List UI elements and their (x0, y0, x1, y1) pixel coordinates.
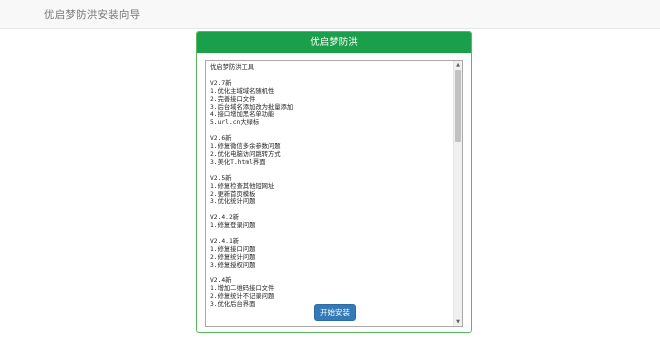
changelog-line: 3.美化T.html界面 (210, 158, 266, 166)
changelog-line: 2.修复统计不记录问题 (210, 293, 275, 301)
changelog-line: 2.修复统计问题 (210, 253, 256, 261)
changelog-line: 1.修复登录问题 (210, 222, 256, 230)
scroll-down-arrow-icon[interactable]: ▼ (454, 318, 462, 326)
changelog-blank-line (210, 230, 450, 238)
panel-title: 优启梦防洪 (197, 32, 471, 53)
changelog-line: 1.修复微信多余参数问题 (210, 143, 281, 151)
changelog-line: V2.6新 (210, 135, 232, 143)
changelog-blank-line (210, 270, 450, 278)
changelog-blank-line (210, 206, 450, 214)
scroll-thumb[interactable] (455, 70, 461, 142)
scroll-up-arrow-icon[interactable]: ▲ (454, 61, 462, 69)
start-install-button[interactable]: 开始安装 (314, 304, 356, 321)
changelog-line: 1.优化主域域名随机性 (210, 87, 275, 95)
changelog-blank-line (210, 127, 450, 135)
top-navbar: 优启梦防洪安装向导 (0, 0, 660, 29)
changelog-line: 优启梦防洪工具 (210, 64, 255, 71)
changelog-line: V2.7新 (210, 79, 232, 87)
changelog-line: V2.4.2新 (210, 214, 240, 222)
changelog-line: 3.优化统计问题 (210, 198, 256, 206)
changelog-blank-line (210, 72, 450, 80)
changelog-line: 1.修复接口问题 (210, 245, 256, 253)
changelog-line: 2.优化电脑访问跳转方式 (210, 150, 281, 158)
changelog-line: V2.4.1新 (210, 237, 240, 245)
changelog-line: 2.完善接口文件 (210, 95, 256, 103)
changelog-line: 3.修复授权问题 (210, 261, 256, 269)
changelog-line: 5.url.cn大绿标 (210, 119, 260, 127)
changelog-textarea[interactable]: 优启梦防洪工具 V2.7新 1.优化主域域名随机性 2.完善接口文件 3.后台域名添加… (205, 60, 463, 327)
changelog-content: 优启梦防洪工具 V2.7新 1.优化主域域名随机性 2.完善接口文件 3.后台域名添加… (210, 64, 450, 309)
changelog-line: V2.5新 (210, 174, 232, 182)
changelog-blank-line (210, 167, 450, 175)
navbar-brand[interactable]: 优启梦防洪安装向导 (44, 7, 140, 22)
changelog-line: 1.修复检查其他短网址 (210, 182, 275, 190)
changelog-scrollbar[interactable]: ▲ ▼ (453, 61, 462, 326)
installer-panel: 优启梦防洪 优启梦防洪工具 V2.7新 1.优化主域域名随机性 2.完善接口文件 3.… (196, 31, 472, 333)
